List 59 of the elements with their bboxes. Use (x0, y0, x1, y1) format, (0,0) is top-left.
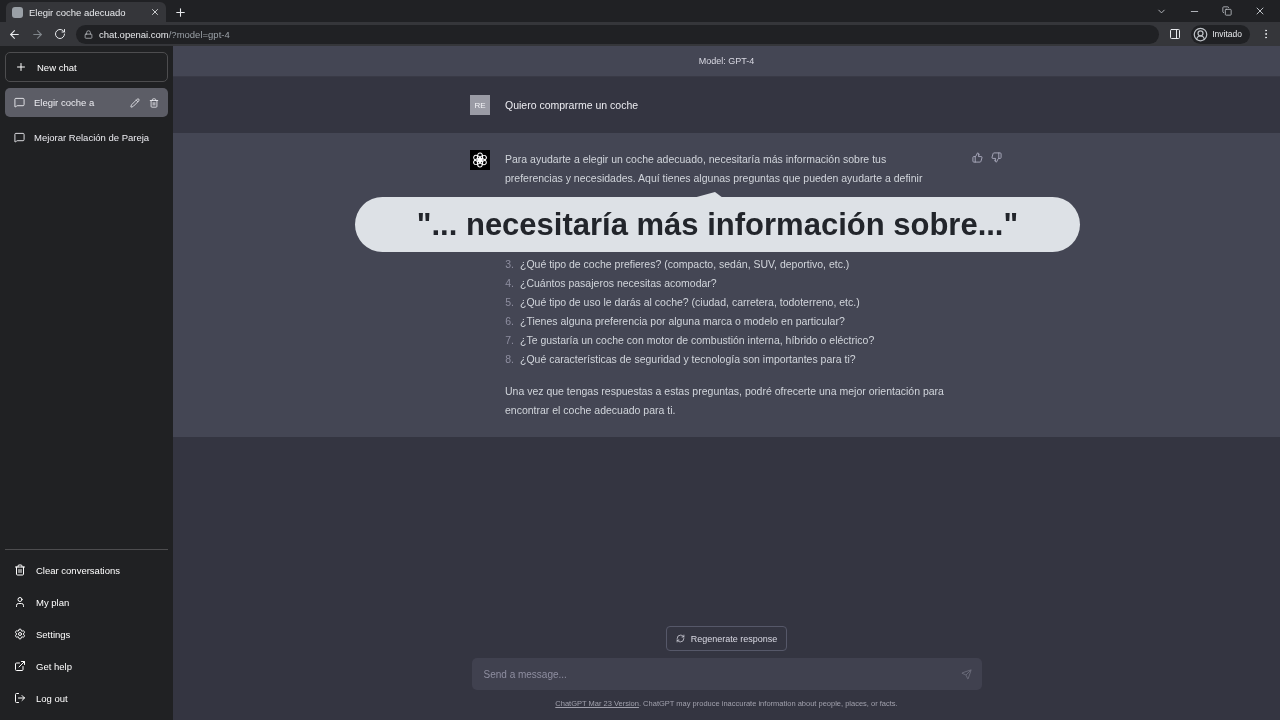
restore-icon[interactable] (1222, 6, 1232, 16)
sidebar-menu-item[interactable]: Get help (5, 650, 168, 682)
thumbs-down-icon[interactable] (991, 152, 1002, 163)
new-chat-button[interactable]: New chat (5, 52, 168, 82)
sidebar-menu-item[interactable]: Settings (5, 618, 168, 650)
assistant-paragraph: Una vez que tengas respuestas a estas preguntas, podré ofrecerte una mejor orientación para encontrar el coche adecuado para ti. (505, 384, 945, 418)
logout-icon (14, 692, 26, 704)
list-number: 3. (505, 257, 514, 272)
reload-icon[interactable] (54, 28, 66, 40)
trash-icon (14, 564, 26, 576)
list-number: 6. (505, 314, 514, 329)
list-number: 7. (505, 333, 514, 348)
assistant-paragraph: Para ayudarte a elegir un coche adecuado, necesitaría más información sobre tus preferencias y necesidades. Aquí tienes algunas preguntas que pueden ayudarte a definir (505, 152, 924, 186)
address-path: /?model=gpt-4 (168, 28, 230, 40)
list-item-text: ¿Qué tipo de coche prefieres? (compacto, sedán, SUV, deportivo, etc.) (520, 257, 850, 272)
profile-icon (1193, 26, 1209, 42)
list-number: 4. (505, 276, 514, 291)
conversation-item[interactable]: Elegir coche a (5, 88, 168, 117)
list-number: 8. (505, 352, 514, 367)
sidebar-menu-item[interactable]: Log out (5, 682, 168, 714)
regenerate-button[interactable]: Regenerate response (665, 626, 788, 651)
profile-button[interactable]: Invitado (1191, 24, 1250, 44)
list-item-text: ¿Qué características de seguridad y tecnología son importantes para ti? (520, 352, 856, 367)
favicon-icon (12, 6, 23, 18)
address-host: chat.openai.com (99, 28, 169, 40)
user-message: Quiero comprarme un coche (505, 99, 639, 111)
address-bar[interactable]: chat.openai.com/?model=gpt-4 (76, 24, 1160, 44)
side-panel-icon[interactable] (1169, 28, 1182, 40)
model-label: Model: GPT-4 (173, 46, 1280, 77)
settings-icon (14, 628, 26, 640)
close-tab-icon[interactable] (150, 7, 160, 17)
list-item-text: ¿Cuántos pasajeros necesitas acomodar? (520, 276, 717, 291)
message-input[interactable]: Send a message... (481, 667, 961, 681)
conversation-item[interactable]: Mejorar Relación de Pareja (5, 123, 168, 152)
close-icon[interactable] (1254, 5, 1266, 17)
list-item-text: ¿Tienes alguna preferencia por alguna marca o modelo en particular? (520, 314, 845, 329)
list-number: 5. (505, 295, 514, 310)
list-item-text: ¿Qué tipo de uso le darás al coche? (ciudad, carretera, todoterreno, etc.) (520, 295, 860, 310)
chat-bubble-icon (14, 132, 25, 143)
plus-icon (15, 61, 27, 73)
thumbs-up-icon[interactable] (972, 152, 983, 163)
message-field[interactable]: Send a message... (471, 658, 982, 690)
delete-icon[interactable] (149, 97, 159, 108)
browser-tab[interactable]: Elegir coche adecuado (6, 2, 166, 22)
sidebar-menu-item[interactable]: My plan (5, 586, 168, 618)
refresh-icon (675, 634, 685, 643)
edit-icon[interactable] (130, 97, 140, 108)
forward-icon[interactable] (31, 27, 44, 41)
new-tab-icon[interactable] (174, 6, 187, 19)
external-link-icon (14, 660, 26, 672)
list-item-text: ¿Te gustaría un coche con motor de combustión interna, híbrido o eléctrico? (520, 333, 875, 348)
chat-bubble-icon (14, 97, 25, 108)
back-icon[interactable] (8, 27, 21, 41)
lock-icon (84, 29, 93, 39)
assistant-logo-icon (470, 150, 490, 170)
tab-title: Elegir coche adecuado (29, 6, 127, 18)
user-icon (14, 596, 26, 608)
user-avatar: RE (470, 95, 490, 115)
sidebar-menu-item[interactable]: Clear conversations (5, 554, 168, 586)
